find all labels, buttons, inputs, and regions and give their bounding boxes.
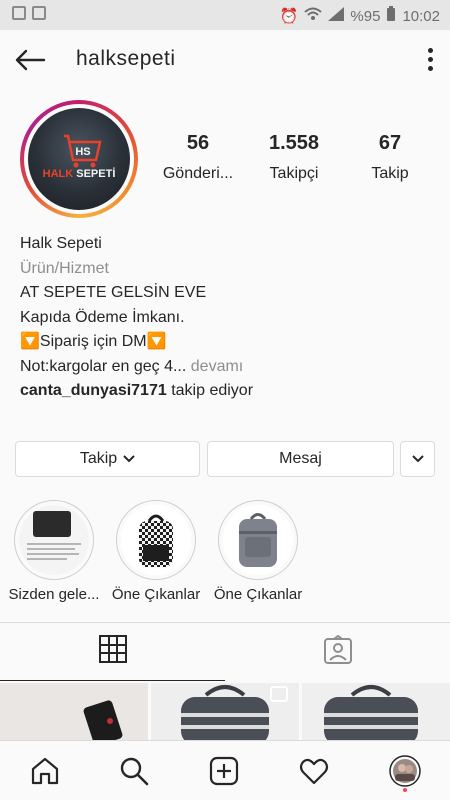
screenshot-icon bbox=[12, 6, 26, 20]
highlight-label: Öne Çıkanlar bbox=[111, 586, 201, 603]
profile-stats: 56 Gönderi... 1.558 Takipçi 67 Takip bbox=[150, 132, 440, 183]
profile-category: Ürün/Hizmet bbox=[20, 259, 109, 277]
back-arrow-icon[interactable] bbox=[14, 48, 46, 72]
status-icons-right: ⏰ %95 10:02 bbox=[280, 6, 440, 26]
alarm-icon: ⏰ bbox=[279, 8, 299, 25]
following-label: Takip bbox=[371, 165, 409, 182]
more-link[interactable]: devamı bbox=[191, 358, 243, 375]
message-button[interactable]: Mesaj bbox=[207, 441, 394, 477]
battery-icon bbox=[386, 6, 396, 26]
follow-button[interactable]: Takip bbox=[15, 441, 200, 477]
avatar: HS HALK SEPETİ bbox=[28, 108, 130, 210]
chevron-down-icon bbox=[411, 450, 424, 468]
bottom-navigation bbox=[0, 740, 450, 800]
more-options-icon[interactable] bbox=[426, 48, 434, 74]
story-ring[interactable]: HS HALK SEPETİ bbox=[20, 100, 138, 218]
home-icon[interactable] bbox=[29, 755, 61, 787]
story-highlights: Sizden gele... Öne Çıkanlar Öne Çıkanlar bbox=[0, 500, 450, 610]
message-button-label: Mesaj bbox=[279, 450, 322, 467]
tagged-person-icon bbox=[323, 634, 353, 670]
bio-line-truncated: Not:kargolar en geç 4... devamı bbox=[20, 357, 244, 375]
highlight-label: Sizden gele... bbox=[8, 586, 100, 603]
follow-button-label: Takip bbox=[79, 450, 118, 467]
wifi-icon bbox=[304, 7, 323, 25]
post-grid bbox=[0, 683, 450, 743]
status-bar: ⏰ %95 10:02 bbox=[0, 0, 450, 30]
activity-heart-icon[interactable] bbox=[298, 755, 330, 787]
battery-percent: %95 bbox=[350, 7, 381, 25]
highlight-item[interactable]: Öne Çıkanlar bbox=[208, 500, 308, 603]
new-post-icon[interactable] bbox=[208, 755, 240, 787]
tab-tagged[interactable] bbox=[225, 623, 450, 681]
post-thumbnail[interactable] bbox=[0, 683, 148, 743]
gallery-icon bbox=[32, 6, 46, 20]
tab-grid[interactable] bbox=[0, 623, 225, 681]
followed-by-username[interactable]: canta_dunyasi7171 bbox=[20, 382, 167, 399]
clock: 10:02 bbox=[402, 7, 440, 25]
profile-actions: Takip Mesaj bbox=[15, 441, 435, 477]
grid-icon bbox=[98, 635, 127, 668]
profile-tabs bbox=[0, 622, 450, 681]
posts-stat[interactable]: 56 Gönderi... bbox=[150, 132, 246, 183]
bio-line: AT SEPETE GELSİN EVE bbox=[20, 284, 207, 301]
posts-count: 56 bbox=[186, 132, 210, 154]
signal-icon bbox=[328, 7, 345, 25]
followed-by[interactable]: canta_dunyasi7171 takip ediyor bbox=[20, 379, 440, 404]
highlight-cover bbox=[121, 505, 191, 575]
profile-header: halksepeti bbox=[0, 30, 450, 90]
shopping-cart-logo-icon: HS bbox=[64, 134, 102, 168]
highlight-cover bbox=[223, 505, 293, 575]
followed-by-suffix: takip ediyor bbox=[171, 382, 254, 399]
post-thumbnail[interactable] bbox=[302, 683, 450, 743]
chevron-down-icon bbox=[123, 450, 135, 468]
logo-mark: HS bbox=[75, 146, 90, 158]
posts-label: Gönderi... bbox=[162, 165, 234, 182]
highlight-item[interactable]: Sizden gele... bbox=[4, 500, 104, 603]
following-stat[interactable]: 67 Takip bbox=[342, 132, 438, 183]
post-thumbnail[interactable] bbox=[151, 683, 299, 743]
highlight-label: Öne Çıkanlar bbox=[213, 586, 303, 603]
highlight-item[interactable]: Öne Çıkanlar bbox=[106, 500, 206, 603]
bio-line: Kapıda Ödeme İmkanı. bbox=[20, 308, 185, 326]
suggested-accounts-button[interactable] bbox=[400, 441, 435, 477]
search-icon[interactable] bbox=[118, 755, 150, 787]
bio-line: 🔽Sipariş için DM🔽 bbox=[20, 333, 167, 350]
followers-stat[interactable]: 1.558 Takipçi bbox=[246, 132, 342, 183]
logo-wordmark: HALK SEPETİ bbox=[42, 168, 116, 180]
following-count: 67 bbox=[378, 132, 402, 154]
status-icons-left bbox=[12, 6, 46, 20]
profile-username: halksepeti bbox=[76, 47, 176, 70]
followers-count: 1.558 bbox=[268, 132, 320, 154]
display-name: Halk Sepeti bbox=[20, 235, 102, 252]
followers-label: Takipçi bbox=[269, 165, 319, 182]
profile-avatar-tab[interactable] bbox=[388, 755, 421, 792]
highlight-cover bbox=[19, 505, 89, 575]
profile-bio: Halk Sepeti Ürün/Hizmet AT SEPETE GELSİN… bbox=[20, 232, 440, 404]
